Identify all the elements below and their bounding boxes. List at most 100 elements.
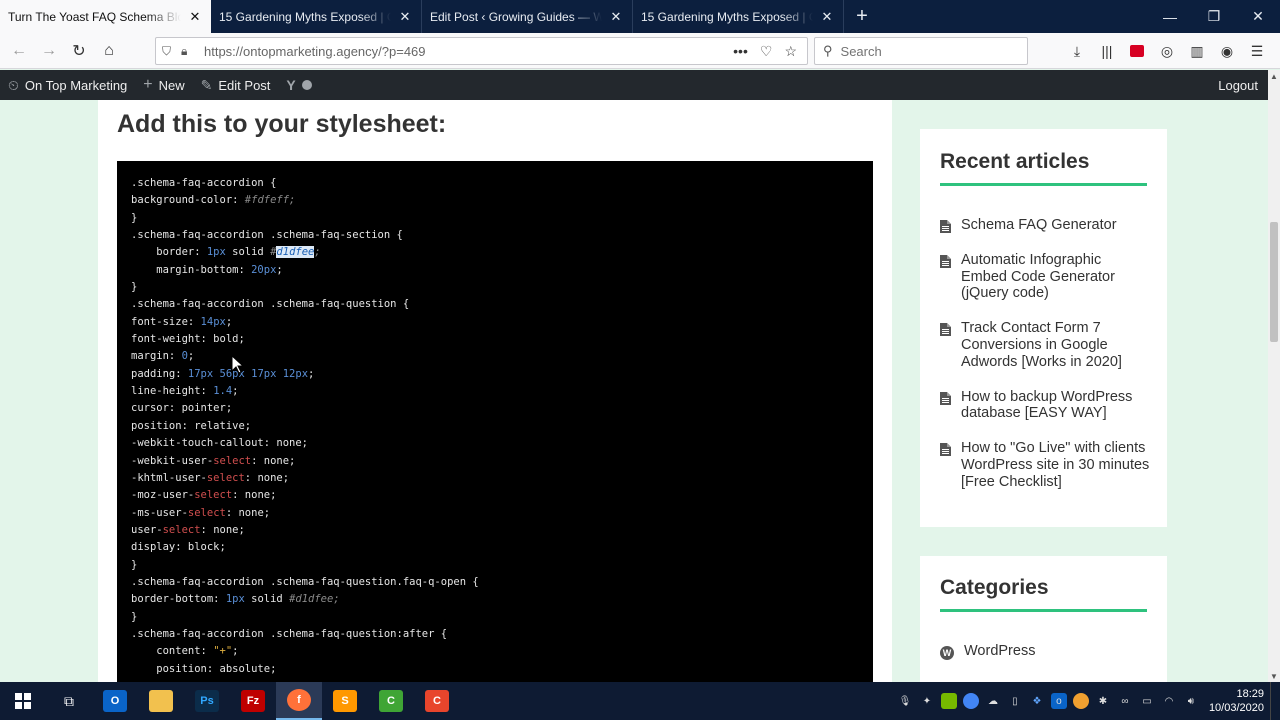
link-icon[interactable]: ∞ (1117, 693, 1133, 709)
network-icon[interactable]: ▭ (1139, 693, 1155, 709)
task-view-button[interactable]: ⧉ (46, 682, 92, 720)
dropbox-icon[interactable]: ❖ (1029, 693, 1045, 709)
browser-tab-4[interactable]: 15 Gardening Myths Exposed | Gro ✕ (633, 0, 844, 33)
battery-icon[interactable]: ▯ (1007, 693, 1023, 709)
window-close-icon[interactable]: ✕ (1236, 0, 1280, 33)
recent-articles-list: Schema FAQ Generator Automatic Infographi… (940, 217, 1150, 509)
menu-icon[interactable]: ☰ (1242, 37, 1272, 65)
recent-article-link[interactable]: Schema FAQ Generator (961, 217, 1117, 234)
more-icon[interactable]: ••• (733, 43, 748, 60)
page-scrollbar[interactable]: ▲ ▼ (1268, 70, 1280, 682)
camtasia-icon: C (379, 690, 403, 712)
browser-tab-1[interactable]: Turn The Yoast FAQ Schema Block I ✕ (0, 0, 211, 33)
reload-icon[interactable]: ↻ (64, 36, 94, 66)
tray-app-icon[interactable]: ✦ (919, 693, 935, 709)
microphone-icon[interactable]: 🎙︎ (897, 693, 913, 709)
browser-tab-3[interactable]: Edit Post ‹ Growing Guides — Wor ✕ (422, 0, 633, 33)
recent-article-item[interactable]: How to backup WordPress database [EASY W… (940, 389, 1150, 423)
recent-article-item[interactable]: How to "Go Live" with clients WordPress … (940, 440, 1150, 490)
taskbar-sublime[interactable]: S (322, 682, 368, 720)
category-item[interactable]: W WordPress (940, 643, 1150, 660)
lock-icon[interactable]: 🔒︎ (181, 44, 187, 59)
url-security-icons: ⛉ 🔒︎ (156, 44, 204, 59)
bookmark-star-icon[interactable]: ☆ (784, 43, 797, 60)
show-desktop-button[interactable] (1270, 682, 1280, 720)
admin-bar-edit-post[interactable]: ✎ Edit Post (193, 70, 279, 100)
code-block[interactable]: .schema-faq-accordion {background-color:… (117, 161, 873, 682)
admin-bar-new[interactable]: + New (135, 70, 192, 100)
recent-article-link[interactable]: Track Contact Form 7 Conversions in Goog… (961, 320, 1150, 370)
tab-strip: Turn The Yoast FAQ Schema Block I ✕ 15 G… (0, 0, 1280, 33)
home-icon[interactable]: ⌂ (94, 36, 124, 66)
category-link[interactable]: WordPress (964, 643, 1035, 660)
recent-article-item[interactable]: Track Contact Form 7 Conversions in Goog… (940, 320, 1150, 370)
recent-article-link[interactable]: Automatic Infographic Embed Code Generat… (961, 252, 1150, 302)
recent-article-item[interactable]: Schema FAQ Generator (940, 217, 1150, 234)
close-icon[interactable]: ✕ (608, 9, 624, 25)
browser-tab-2[interactable]: 15 Gardening Myths Exposed | Gro ✕ (211, 0, 422, 33)
taskbar-filezilla[interactable]: Fz (230, 682, 276, 720)
code-line: border-bottom: 1px solid #d1dfee; (131, 593, 340, 606)
scroll-down-icon[interactable]: ▼ (1268, 670, 1280, 682)
admin-bar-site[interactable]: ⏲ On Top Marketing (0, 70, 135, 100)
recent-article-link[interactable]: How to "Go Live" with clients WordPress … (961, 440, 1150, 490)
volume-icon[interactable]: 🔊︎ (1183, 693, 1199, 709)
system-tray: 🎙︎ ✦ ☁ ▯ ❖ o ✱ ∞ ▭ ◠ 🔊︎ 18:29 10/03/2020 (897, 687, 1270, 715)
pocket-icon[interactable]: ♡ (760, 43, 773, 60)
document-icon (940, 323, 951, 337)
forward-icon[interactable]: → (34, 36, 64, 66)
close-icon[interactable]: ✕ (819, 9, 835, 25)
search-input[interactable] (840, 43, 1011, 59)
close-icon[interactable]: ✕ (187, 9, 203, 25)
code-line: .schema-faq-accordion .schema-faq-questi… (131, 627, 448, 640)
photoshop-icon: Ps (195, 690, 219, 712)
code-line: content: "+"; (131, 645, 239, 658)
taskbar-outlook[interactable]: O (92, 682, 138, 720)
admin-bar-yoast[interactable]: Y (278, 70, 319, 100)
sidebar-icon[interactable]: ▥ (1182, 37, 1212, 65)
taskbar-explorer[interactable] (138, 682, 184, 720)
code-line: background-color: #fdfeff; (131, 194, 296, 207)
tools-icon[interactable]: ✱ (1095, 693, 1111, 709)
taskbar-photoshop[interactable]: Ps (184, 682, 230, 720)
outlook-tray-icon[interactable]: o (1050, 693, 1067, 709)
taskbar-clock[interactable]: 18:29 10/03/2020 (1205, 687, 1264, 715)
close-icon[interactable]: ✕ (397, 9, 413, 25)
shield-icon[interactable]: ⛉ (162, 44, 171, 59)
code-line: -ms-user-select: none; (131, 506, 271, 519)
addon-icon[interactable]: ◎ (1152, 37, 1182, 65)
scroll-up-icon[interactable]: ▲ (1268, 70, 1280, 82)
scrollbar-thumb[interactable] (1270, 222, 1278, 342)
search-bar[interactable]: ⚲ (814, 37, 1028, 65)
back-icon[interactable]: ← (4, 36, 34, 66)
taskbar-firefox[interactable]: f (276, 682, 322, 720)
tab-title: 15 Gardening Myths Exposed | Gro (219, 9, 391, 24)
restore-icon[interactable]: ❐ (1192, 0, 1236, 33)
taskbar-recorder[interactable]: C (414, 682, 460, 720)
admin-bar-logout[interactable]: Logout (1210, 70, 1268, 100)
nvidia-icon[interactable] (940, 693, 957, 709)
plus-icon: + (143, 76, 153, 93)
wifi-icon[interactable]: ◠ (1161, 693, 1177, 709)
extension-icon[interactable] (1122, 37, 1152, 65)
recent-article-link[interactable]: How to backup WordPress database [EASY W… (961, 389, 1150, 423)
start-button[interactable] (0, 682, 46, 720)
site-name: On Top Marketing (24, 77, 128, 93)
dashboard-icon: ⏲ (8, 76, 19, 93)
account-icon[interactable]: ◉ (1212, 37, 1242, 65)
code-line: .schema-faq-accordion .schema-faq-questi… (131, 575, 479, 588)
pencil-icon: ✎ (200, 76, 213, 93)
onedrive-icon[interactable]: ☁ (985, 693, 1001, 709)
article-content: Add this to your stylesheet: .schema-faq… (98, 100, 892, 682)
taskbar-camtasia[interactable]: C (368, 682, 414, 720)
chrome-icon[interactable] (962, 693, 979, 709)
library-icon[interactable]: ||| (1092, 37, 1122, 65)
minimize-icon[interactable]: — (1148, 0, 1192, 33)
recent-article-item[interactable]: Automatic Infographic Embed Code Generat… (940, 252, 1150, 302)
url-bar[interactable]: ⛉ 🔒︎ https://ontopmarketing.agency/?p=46… (155, 37, 808, 65)
vpn-icon[interactable] (1072, 693, 1089, 709)
new-tab-button[interactable]: + (844, 0, 880, 33)
download-icon[interactable]: ⤓ (1062, 37, 1092, 65)
url-text[interactable]: https://ontopmarketing.agency/?p=469 (204, 44, 733, 59)
search-icon: ⚲ (823, 43, 833, 58)
